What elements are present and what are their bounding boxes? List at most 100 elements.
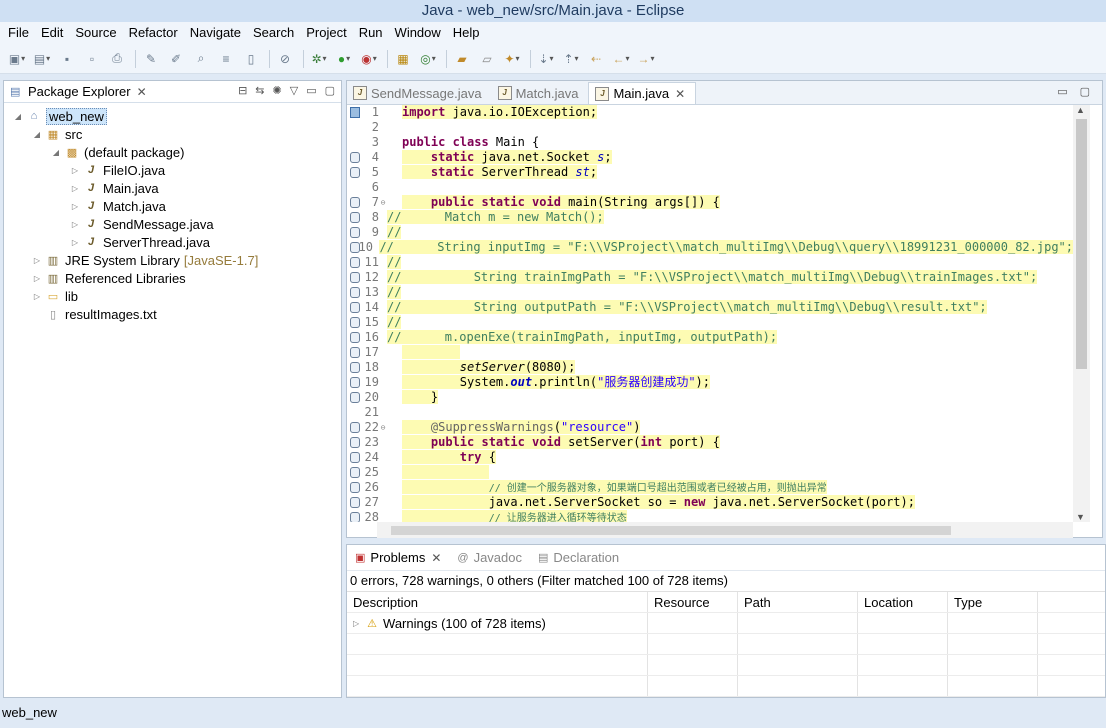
tab-javadoc[interactable]: @ Javadoc <box>449 550 530 565</box>
horizontal-scrollbar[interactable] <box>377 522 1073 538</box>
warning-marker-icon[interactable] <box>350 437 360 448</box>
tab-problems[interactable]: ▣ Problems ✕ <box>347 550 449 565</box>
menu-help[interactable]: Help <box>447 22 486 44</box>
warning-marker-icon[interactable] <box>350 167 360 178</box>
skip-breakpoints-icon[interactable]: ⊘ <box>274 48 296 70</box>
warning-marker-icon[interactable] <box>350 152 360 163</box>
list-icon[interactable]: ≡ <box>215 48 237 70</box>
fold-icon[interactable]: ⊖ <box>379 195 387 210</box>
column-type[interactable]: Type <box>948 592 1038 612</box>
warning-marker-icon[interactable] <box>350 227 360 238</box>
warning-marker-icon[interactable] <box>350 512 360 522</box>
tree-item-src[interactable]: ◢ ▦ src <box>4 125 341 143</box>
column-path[interactable]: Path <box>738 592 858 612</box>
tree-item-file[interactable]: ▷ J SendMessage.java <box>4 215 341 233</box>
code-editor[interactable]: 1 import java.io.IOException; 2 3 public c… <box>347 105 1073 522</box>
tree-item-referenced-libraries[interactable]: ▷ ▥ Referenced Libraries <box>4 269 341 287</box>
collapsed-arrow-icon[interactable]: ▷ <box>31 292 43 301</box>
tree-item-default-package[interactable]: ◢ ▩ (default package) <box>4 143 341 161</box>
menu-navigate[interactable]: Navigate <box>184 22 247 44</box>
open-task-icon[interactable]: ▱ <box>476 48 498 70</box>
column-resource[interactable]: Resource <box>648 592 738 612</box>
menu-run[interactable]: Run <box>353 22 389 44</box>
column-location[interactable]: Location <box>858 592 948 612</box>
back-icon[interactable]: ← <box>610 48 632 70</box>
menu-edit[interactable]: Edit <box>35 22 69 44</box>
run-icon[interactable]: ● <box>333 48 355 70</box>
scrollbar-thumb[interactable] <box>391 526 951 535</box>
warning-marker-icon[interactable] <box>350 197 360 208</box>
vertical-scrollbar[interactable]: ▲ ▼ <box>1073 105 1090 522</box>
link-editor-icon[interactable]: ⇆ <box>255 84 264 97</box>
scroll-down-icon[interactable]: ▼ <box>1076 512 1085 522</box>
chevron-down-icon[interactable]: ▽ <box>290 84 298 97</box>
collapsed-arrow-icon[interactable]: ▷ <box>69 166 81 175</box>
tree-item-file[interactable]: ▷ J ServerThread.java <box>4 233 341 251</box>
save-icon[interactable]: ▪ <box>56 48 78 70</box>
tree-item-file[interactable]: ▷ J Main.java <box>4 179 341 197</box>
warning-marker-icon[interactable] <box>350 482 360 493</box>
warning-marker-icon[interactable] <box>350 392 360 403</box>
warning-marker-icon[interactable] <box>350 212 360 223</box>
menu-search[interactable]: Search <box>247 22 300 44</box>
collapsed-arrow-icon[interactable]: ▷ <box>31 274 43 283</box>
tab-declaration[interactable]: ▤ Declaration <box>530 550 627 565</box>
tree-item-results[interactable]: ▯ resultImages.txt <box>4 305 341 323</box>
warning-marker-icon[interactable] <box>350 272 360 283</box>
new-class-icon[interactable]: ◎ <box>417 48 439 70</box>
column-description[interactable]: Description <box>347 592 648 612</box>
expanded-arrow-icon[interactable]: ◢ <box>31 130 43 139</box>
new-package-icon[interactable]: ▦ <box>392 48 414 70</box>
warning-marker-icon[interactable] <box>350 497 360 508</box>
minimize-icon[interactable]: ▭ <box>1057 85 1067 98</box>
close-icon[interactable]: ✕ <box>675 87 685 101</box>
print-icon[interactable]: ⎙ <box>106 48 128 70</box>
maximize-icon[interactable]: ▢ <box>1080 85 1090 98</box>
warning-marker-icon[interactable] <box>350 377 360 388</box>
menu-window[interactable]: Window <box>389 22 447 44</box>
close-icon[interactable]: ✕ <box>137 85 147 99</box>
warning-marker-icon[interactable] <box>350 362 360 373</box>
collapse-all-icon[interactable]: ⊟ <box>238 84 247 97</box>
edit-icon[interactable]: ✎ <box>140 48 162 70</box>
menu-refactor[interactable]: Refactor <box>123 22 184 44</box>
debug-icon[interactable]: ✲ <box>308 48 330 70</box>
collapsed-arrow-icon[interactable]: ▷ <box>69 238 81 247</box>
warning-marker-icon[interactable] <box>350 287 360 298</box>
warning-marker-icon[interactable] <box>350 347 360 358</box>
tree-item-project[interactable]: ◢ ⌂ web_new <box>4 107 341 125</box>
minimize-icon[interactable]: ▭ <box>306 84 316 97</box>
tab-sendmessage[interactable]: J SendMessage.java <box>347 82 492 104</box>
collapsed-arrow-icon[interactable]: ▷ <box>69 220 81 229</box>
menu-file[interactable]: File <box>2 22 35 44</box>
warning-marker-icon[interactable] <box>350 242 360 253</box>
collapsed-arrow-icon[interactable]: ▷ <box>353 619 359 628</box>
last-edit-icon[interactable]: ⇠ <box>585 48 607 70</box>
next-annotation-icon[interactable]: ⇣ <box>535 48 557 70</box>
scroll-up-icon[interactable]: ▲ <box>1076 105 1085 115</box>
warning-marker-icon[interactable] <box>350 302 360 313</box>
tree-item-lib[interactable]: ▷ ▭ lib <box>4 287 341 305</box>
maximize-icon[interactable]: ▢ <box>325 84 335 97</box>
expanded-arrow-icon[interactable]: ◢ <box>12 112 24 121</box>
prev-annotation-icon[interactable]: ⇡ <box>560 48 582 70</box>
pen-icon[interactable]: ✐ <box>165 48 187 70</box>
external-tools-icon[interactable]: ◉ <box>358 48 380 70</box>
new-type-icon[interactable]: ▤ <box>31 48 53 70</box>
page-icon[interactable]: ▯ <box>240 48 262 70</box>
forward-icon[interactable]: → <box>635 48 657 70</box>
tree-item-file[interactable]: ▷ J Match.java <box>4 197 341 215</box>
warning-marker-icon[interactable] <box>350 317 360 328</box>
warning-marker-icon[interactable] <box>350 467 360 478</box>
tree-item-jre[interactable]: ▷ ▥ JRE System Library [JavaSE-1.7] <box>4 251 341 269</box>
search-icon[interactable]: ✦ <box>501 48 523 70</box>
open-type-icon[interactable]: ▰ <box>451 48 473 70</box>
tab-main[interactable]: J Main.java ✕ <box>588 82 697 104</box>
save-all-icon[interactable]: ▫ <box>81 48 103 70</box>
new-icon[interactable]: ▣ <box>6 48 28 70</box>
open-icon[interactable]: ⌕ <box>190 48 212 70</box>
collapsed-arrow-icon[interactable]: ▷ <box>31 256 43 265</box>
menu-source[interactable]: Source <box>69 22 122 44</box>
expanded-arrow-icon[interactable]: ◢ <box>50 148 62 157</box>
table-row[interactable]: ▷ ⚠ Warnings (100 of 728 items) <box>347 613 1105 634</box>
